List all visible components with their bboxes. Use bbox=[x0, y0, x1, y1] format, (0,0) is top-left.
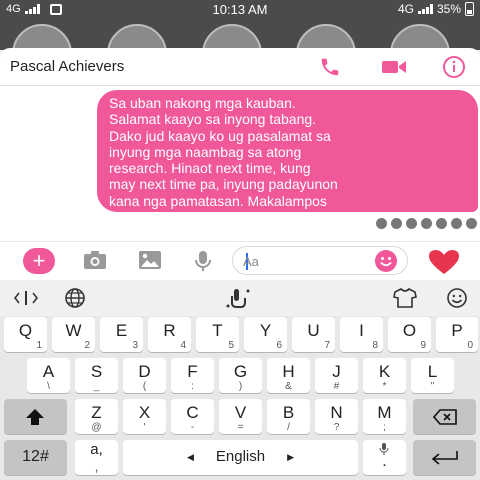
comma-key[interactable]: a,, bbox=[75, 440, 118, 475]
enter-key[interactable] bbox=[413, 440, 476, 475]
more-actions-button[interactable]: + bbox=[23, 248, 55, 274]
battery-percent: 35% bbox=[436, 2, 461, 16]
seen-by-row bbox=[375, 217, 478, 230]
heart-icon[interactable] bbox=[428, 249, 460, 275]
phone-icon[interactable] bbox=[317, 54, 343, 80]
message-bubble[interactable]: Sa uban nakong mga kauban. Salamat kaayo… bbox=[97, 90, 478, 225]
key-y[interactable]: Y6 bbox=[244, 317, 287, 352]
key-e[interactable]: E3 bbox=[100, 317, 143, 352]
chat-window: Pascal Achievers Sa uban nakong mga kaub… bbox=[0, 48, 480, 280]
shift-key[interactable] bbox=[4, 399, 67, 434]
camera-icon[interactable] bbox=[83, 250, 107, 272]
key-u[interactable]: U7 bbox=[292, 317, 335, 352]
gallery-icon[interactable] bbox=[138, 250, 162, 272]
emoji-icon[interactable] bbox=[375, 250, 397, 272]
space-key[interactable]: ◀ English ▶ bbox=[123, 440, 358, 475]
seen-avatar bbox=[405, 217, 418, 230]
key-j[interactable]: J # bbox=[315, 358, 358, 393]
key-v[interactable]: V = bbox=[219, 399, 262, 434]
battery-icon bbox=[465, 2, 474, 16]
key-q[interactable]: Q1 bbox=[4, 317, 47, 352]
cursor-control-icon[interactable] bbox=[14, 287, 38, 309]
message-input-field[interactable] bbox=[232, 246, 408, 275]
key-t[interactable]: T5 bbox=[196, 317, 239, 352]
seen-avatar bbox=[390, 217, 403, 230]
key-k[interactable]: K * bbox=[363, 358, 406, 393]
key-d[interactable]: D( bbox=[123, 358, 166, 393]
seen-avatar bbox=[435, 217, 448, 230]
shift-icon bbox=[26, 409, 44, 425]
keyboard: Q1 W2 E3 R4 T5 Y6 U7 I8 O9 P0 A \ S _ D( F… bbox=[0, 280, 480, 480]
message-input[interactable] bbox=[243, 251, 363, 271]
key-o[interactable]: O9 bbox=[388, 317, 431, 352]
seen-avatar bbox=[420, 217, 433, 230]
seen-avatar bbox=[375, 217, 388, 230]
globe-icon[interactable] bbox=[62, 287, 88, 309]
key-s[interactable]: S _ bbox=[75, 358, 118, 393]
key-i[interactable]: I8 bbox=[340, 317, 383, 352]
signal-icon-right bbox=[417, 4, 433, 14]
key-x[interactable]: X ' bbox=[123, 399, 166, 434]
conversation-title[interactable]: Pascal Achievers bbox=[10, 58, 124, 75]
space-right-arrow-icon: ▶ bbox=[287, 452, 294, 462]
key-r[interactable]: R4 bbox=[148, 317, 191, 352]
chat-header: Pascal Achievers bbox=[0, 48, 480, 86]
key-b[interactable]: B / bbox=[267, 399, 310, 434]
keyboard-toolbar bbox=[0, 280, 480, 316]
theme-shirt-icon[interactable] bbox=[392, 287, 418, 309]
key-g[interactable]: G) bbox=[219, 358, 262, 393]
period-key[interactable]: . bbox=[363, 440, 406, 475]
key-c[interactable]: C- bbox=[171, 399, 214, 434]
message-text: Sa uban nakong mga kauban. Salamat kaayo… bbox=[109, 95, 338, 226]
microphone-icon[interactable] bbox=[193, 250, 217, 272]
emoji-keyboard-icon[interactable] bbox=[444, 287, 470, 309]
key-l[interactable]: L " bbox=[411, 358, 454, 393]
status-right: 4G 35% bbox=[398, 2, 474, 16]
swipe-typing-icon[interactable] bbox=[224, 287, 252, 309]
backspace-icon bbox=[433, 409, 457, 425]
numbers-symbols-key[interactable]: 12# bbox=[4, 440, 67, 475]
key-p[interactable]: P0 bbox=[436, 317, 478, 352]
info-icon[interactable] bbox=[441, 54, 467, 80]
key-f[interactable]: F: bbox=[171, 358, 214, 393]
key-z[interactable]: Z @ bbox=[75, 399, 118, 434]
message-composer: + bbox=[0, 241, 480, 280]
key-w[interactable]: W2 bbox=[52, 317, 95, 352]
key-h[interactable]: H & bbox=[267, 358, 310, 393]
seen-avatar bbox=[465, 217, 478, 230]
network-type-right: 4G bbox=[397, 2, 414, 16]
key-n[interactable]: N? bbox=[315, 399, 358, 434]
key-a[interactable]: A \ bbox=[27, 358, 70, 393]
backspace-key[interactable] bbox=[413, 399, 476, 434]
key-m[interactable]: M; bbox=[363, 399, 406, 434]
seen-avatar bbox=[450, 217, 463, 230]
video-call-icon[interactable] bbox=[381, 54, 407, 80]
enter-icon bbox=[431, 451, 458, 465]
message-list[interactable]: Sa uban nakong mga kauban. Salamat kaayo… bbox=[0, 87, 480, 239]
